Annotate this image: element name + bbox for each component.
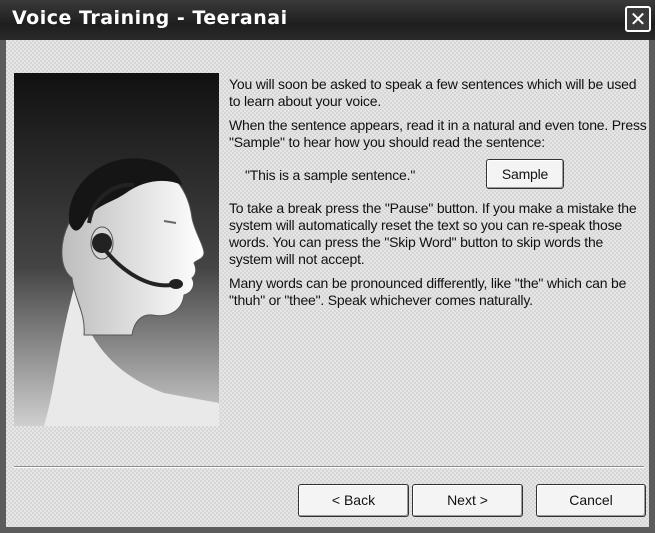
title-bar[interactable]: Voice Training - Teeranai ✕ — [0, 0, 655, 40]
back-button[interactable]: < Back — [298, 484, 409, 517]
close-icon: ✕ — [629, 7, 647, 31]
pause-help-text: To take a break press the "Pause" button… — [229, 200, 637, 267]
sample-sentence: "This is a sample sentence." — [245, 167, 416, 183]
pronunciation-help-text: Many words can be pronounced differently… — [229, 275, 627, 308]
close-button[interactable]: ✕ — [625, 6, 651, 32]
window-title: Voice Training - Teeranai — [12, 7, 288, 29]
person-with-headset-icon — [14, 73, 219, 426]
instruction-text: When the sentence appears, read it in a … — [229, 117, 647, 150]
instructions: You will soon be asked to speak a few se… — [229, 76, 647, 316]
separator-line — [14, 466, 644, 468]
sample-row: "This is a sample sentence." Sample — [229, 158, 647, 194]
voice-training-dialog: Voice Training - Teeranai ✕ You will soo… — [0, 0, 655, 533]
intro-text: You will soon be asked to speak a few se… — [229, 76, 637, 109]
sample-button[interactable]: Sample — [486, 159, 564, 189]
dialog-body: You will soon be asked to speak a few se… — [6, 40, 649, 527]
cancel-button[interactable]: Cancel — [536, 484, 646, 517]
next-button[interactable]: Next > — [412, 484, 523, 517]
